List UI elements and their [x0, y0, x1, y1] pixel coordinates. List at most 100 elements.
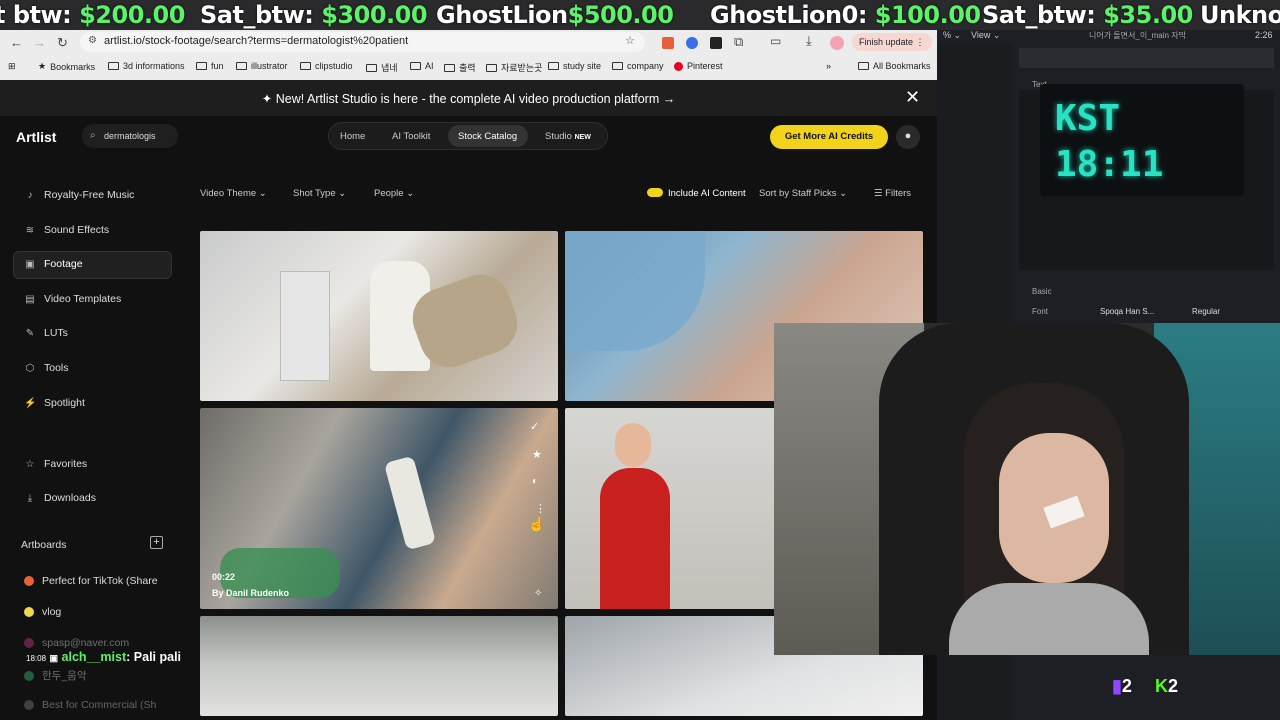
obs-field[interactable] [1019, 48, 1274, 68]
bookmark-folder[interactable]: fun [196, 61, 224, 71]
get-credits-button[interactable]: Get More AI Credits [770, 125, 888, 149]
site-info-icon[interactable]: ⚙ [88, 35, 97, 46]
obs-view-menu[interactable]: View ⌄ [971, 30, 1000, 41]
bookmark-folder[interactable]: AI [410, 61, 434, 71]
filter-people[interactable]: People ⌄ [374, 188, 414, 199]
reload-icon[interactable]: ↻ [57, 35, 68, 51]
user-account-icon[interactable]: ● [896, 125, 920, 149]
ticker-item: t btw: $200.00 [0, 1, 185, 29]
footage-thumbnail-hovered[interactable]: ✓ ★ ◐ ⋮ ☝ 00:22 By Danil Rudenko ✧ [200, 408, 558, 609]
puzzle-extensions-icon[interactable]: ⧉ [734, 34, 743, 50]
nav-home[interactable]: Home [340, 131, 365, 142]
spotlight-icon: ⚡ [24, 397, 37, 409]
obs-dropdown-icon[interactable]: % ⌄ [943, 30, 961, 41]
bookmark-item[interactable]: Pinterest [674, 61, 723, 71]
finish-update-button[interactable]: Finish update ⋮ [852, 33, 932, 51]
music-note-icon: ♪ [27, 189, 33, 201]
check-icon[interactable]: ✓ [530, 420, 539, 433]
sweater [949, 583, 1149, 655]
bookmark-folder[interactable]: 자료받는곳 [486, 61, 542, 74]
nav-studio[interactable]: Studio NEW [545, 131, 591, 142]
filter-shot-type[interactable]: Shot Type ⌄ [293, 188, 346, 199]
cursor-hand-icon: ☝ [528, 516, 546, 532]
film-icon: ▣ [25, 258, 35, 270]
donation-ticker: t btw: $200.00 Sat_btw: $300.00 GhostLio… [0, 0, 1280, 30]
profile-avatar[interactable] [830, 36, 844, 50]
chat-time: 18:08 [26, 654, 47, 663]
kst-clock-overlay: KST 18:11 [1040, 84, 1244, 196]
clip-author[interactable]: By Danil Rudenko [212, 588, 289, 598]
artboard-item[interactable]: vlog [24, 606, 61, 618]
filter-video-theme[interactable]: Video Theme ⌄ [200, 188, 267, 199]
nav-stock-catalog[interactable]: Stock Catalog [458, 131, 517, 142]
template-icon: ▤ [25, 293, 35, 305]
bookmark-folder[interactable]: illustrator [236, 61, 288, 71]
folder-icon [300, 62, 311, 70]
search-icon: ⌕ [90, 130, 96, 141]
include-ai-toggle[interactable] [647, 188, 663, 197]
sidebar-item-footage[interactable]: ▣ Footage [24, 258, 82, 270]
chat-text: : Pali pali [126, 650, 182, 664]
apps-icon[interactable]: ⊞ [8, 61, 16, 72]
artboard-color-dot [24, 638, 34, 648]
laser-device [383, 455, 437, 551]
close-icon[interactable]: ✕ [905, 87, 920, 108]
back-icon[interactable]: ← [10, 35, 23, 50]
bookmark-folder[interactable]: 출력 [444, 61, 476, 74]
sidebar-item-favorites[interactable]: ☆ Favorites [24, 458, 88, 470]
obs-basic-label: Basic [1032, 287, 1052, 296]
bookmark-folder[interactable]: clipstudio [300, 61, 353, 71]
favorite-star-icon[interactable]: ★ [532, 448, 542, 461]
bookmark-folder[interactable]: company [612, 61, 664, 71]
bookmark-folder[interactable]: 3d informations [108, 61, 185, 71]
bookmark-star-icon[interactable]: ☆ [625, 34, 635, 47]
obs-font-style[interactable]: Regular [1192, 307, 1220, 316]
download-icon[interactable]: ⤓ [806, 33, 812, 49]
more-bookmarks-icon[interactable]: » [826, 61, 831, 71]
artboard-item[interactable]: 한두_음악 [24, 668, 86, 683]
sidebar-item-sound-effects[interactable]: ≋ Sound Effects [24, 224, 109, 236]
footage-thumbnail[interactable] [200, 616, 558, 716]
bookmark-item[interactable]: ★ Bookmarks [38, 61, 95, 72]
folder-icon [108, 62, 119, 70]
filters-button[interactable]: ☰ Filters [874, 188, 911, 199]
obs-font-value[interactable]: Spoqa Han S... [1100, 307, 1154, 316]
footage-thumbnail[interactable] [565, 408, 775, 609]
obs-font-label: Font [1032, 307, 1049, 316]
cast-icon[interactable]: ▭ [770, 34, 781, 48]
footage-thumbnail[interactable] [200, 231, 558, 401]
sort-dropdown[interactable]: Sort by Staff Picks ⌄ [759, 188, 847, 199]
add-to-artboard-icon[interactable]: ◐ [532, 476, 538, 487]
extension-icon[interactable] [686, 37, 698, 49]
add-artboard-icon[interactable]: + [150, 536, 163, 549]
sidebar-item-luts[interactable]: ✎ LUTs [24, 327, 68, 339]
artboard-item[interactable]: spasp@naver.com [24, 637, 129, 649]
forward-icon[interactable]: → [33, 35, 46, 50]
extension-icon[interactable] [710, 37, 722, 49]
sidebar-item-downloads[interactable]: ⤓ Downloads [24, 492, 96, 504]
magic-wand-icon[interactable]: ✧ [534, 588, 542, 599]
include-ai-label: Include AI Content [668, 188, 746, 199]
artlist-logo[interactable]: Artlist [16, 129, 56, 145]
search-input[interactable]: ⌕ dermatologis [82, 124, 178, 148]
sidebar-item-music[interactable]: ♪ Royalty-Free Music [24, 189, 135, 201]
address-bar[interactable]: ⚙ artlist.io/stock-footage/search?terms=… [80, 32, 645, 52]
extension-icon[interactable] [662, 37, 674, 49]
download-icon: ⤓ [27, 492, 33, 504]
sidebar-item-tools[interactable]: ⬡ Tools [24, 362, 69, 374]
artboard-item[interactable]: Perfect for TikTok (Share [24, 575, 158, 587]
lut-icon: ✎ [25, 327, 35, 339]
ticker-item: Sat_btw: $300.00 [200, 1, 428, 29]
announcement-banner[interactable]: ✦ New! Artlist Studio is here - the comp… [0, 80, 937, 116]
bookmark-folder[interactable]: 냅네 [366, 61, 398, 74]
sidebar-item-spotlight[interactable]: ⚡ Spotlight [24, 397, 85, 409]
artboard-item[interactable]: Best for Commercial (Sh [24, 699, 156, 711]
doctor-red-figure [600, 468, 670, 609]
nav-ai-toolkit[interactable]: AI Toolkit [392, 131, 430, 142]
bookmark-folder[interactable]: All Bookmarks [858, 61, 931, 71]
artboard-color-dot [24, 576, 34, 586]
more-options-icon[interactable]: ⋮ [535, 502, 546, 515]
search-value: dermatologis [104, 131, 156, 141]
sidebar-item-video-templates[interactable]: ▤ Video Templates [24, 293, 121, 305]
bookmark-folder[interactable]: study site [548, 61, 601, 71]
